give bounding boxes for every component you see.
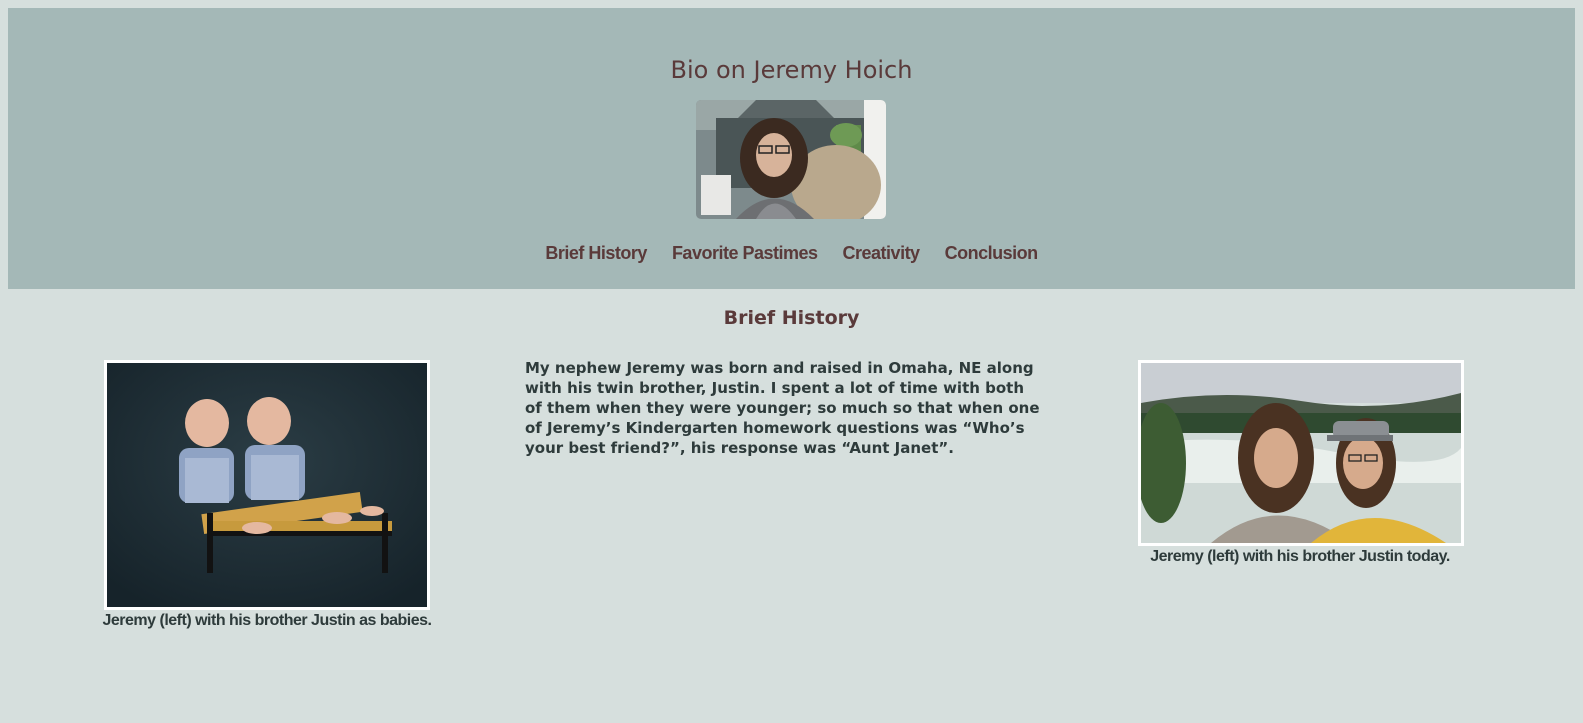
nav-creativity[interactable]: Creativity	[843, 243, 921, 264]
nav-favorite-pastimes[interactable]: Favorite Pastimes	[672, 243, 818, 264]
nav-brief-history[interactable]: Brief History	[545, 243, 647, 264]
page-title: Bio on Jeremy Hoich	[670, 56, 913, 84]
bio-paragraph: My nephew Jeremy was born and raised in …	[525, 359, 1040, 457]
site-header: Bio on Jeremy Hoich Brief History Favori…	[8, 8, 1575, 289]
nav-conclusion[interactable]: Conclusion	[945, 243, 1039, 264]
main-nav: Brief History Favorite Pastimes Creativi…	[8, 243, 1575, 264]
section-title: Brief History	[723, 307, 860, 329]
profile-photo	[696, 100, 886, 219]
babies-photo	[104, 360, 430, 610]
brothers-today-caption: Jeremy (left) with his brother Justin to…	[1150, 548, 1450, 565]
brothers-today-photo	[1138, 360, 1464, 546]
babies-photo-caption: Jeremy (left) with his brother Justin as…	[102, 612, 432, 629]
